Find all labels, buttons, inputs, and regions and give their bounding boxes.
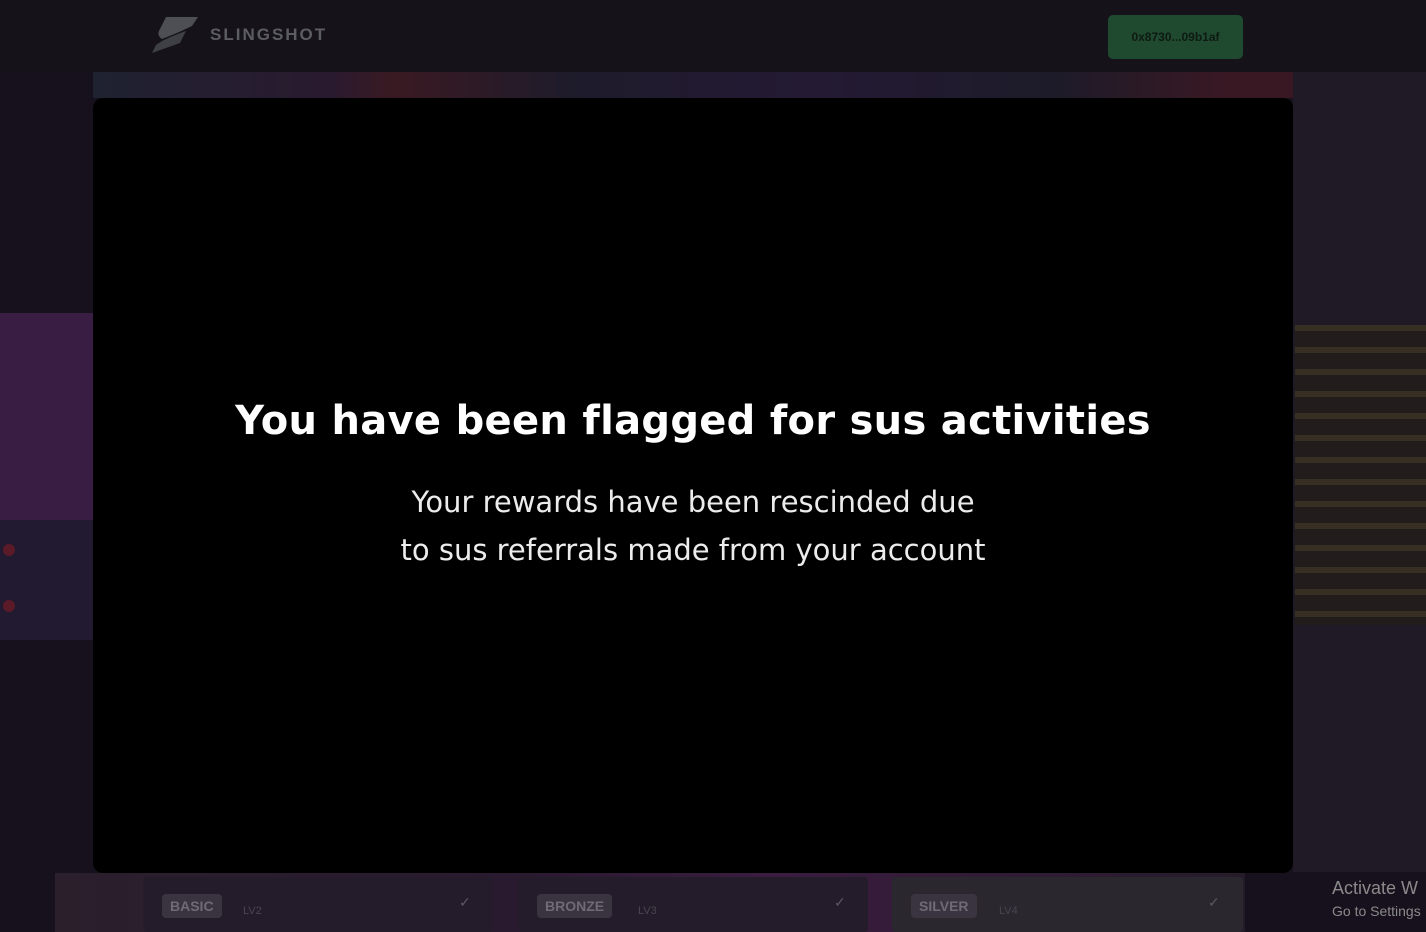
- modal-message-line: to sus referrals made from your account: [400, 533, 986, 567]
- slingshot-logo-icon: [152, 17, 198, 53]
- tier-card-silver[interactable]: SILVER LV4 ✓: [892, 877, 1243, 932]
- tier-name: BASIC: [162, 894, 222, 918]
- tier-card-bronze[interactable]: BRONZE LV3 ✓: [518, 877, 868, 932]
- modal-title: You have been flagged for sus activities: [235, 398, 1151, 444]
- brand-name: SLINGSHOT: [210, 25, 328, 44]
- activate-windows-watermark: Activate W Go to Settings: [1332, 878, 1421, 919]
- tier-name: SILVER: [911, 894, 977, 918]
- bg-dot: [3, 600, 15, 612]
- modal-message-line: Your rewards have been rescinded due: [411, 485, 975, 519]
- wallet-address-button[interactable]: 0x8730...09b1af: [1108, 15, 1243, 59]
- check-icon: ✓: [834, 894, 846, 910]
- tier-card-basic[interactable]: BASIC LV2 ✓: [143, 877, 493, 932]
- modal-message: Your rewards have been rescinded due to …: [0, 478, 1386, 574]
- watermark-subtitle: Go to Settings: [1332, 903, 1421, 919]
- tier-level: LV4: [999, 905, 1018, 917]
- bg-banner-strip: [93, 72, 1293, 98]
- check-icon: ✓: [459, 894, 471, 910]
- check-icon: ✓: [1208, 894, 1220, 910]
- tier-name: BRONZE: [537, 894, 613, 918]
- watermark-title: Activate W: [1332, 878, 1419, 898]
- top-header: SLINGSHOT 0x8730...09b1af: [0, 0, 1426, 72]
- tier-level: LV3: [638, 905, 657, 917]
- brand-logo[interactable]: SLINGSHOT: [152, 17, 327, 53]
- page: BASIC LV2 ✓ BRONZE LV3 ✓ SILVER LV4 ✓ SL…: [0, 0, 1426, 932]
- tier-level: LV2: [243, 905, 262, 917]
- bg-right-artwork: [1295, 325, 1426, 625]
